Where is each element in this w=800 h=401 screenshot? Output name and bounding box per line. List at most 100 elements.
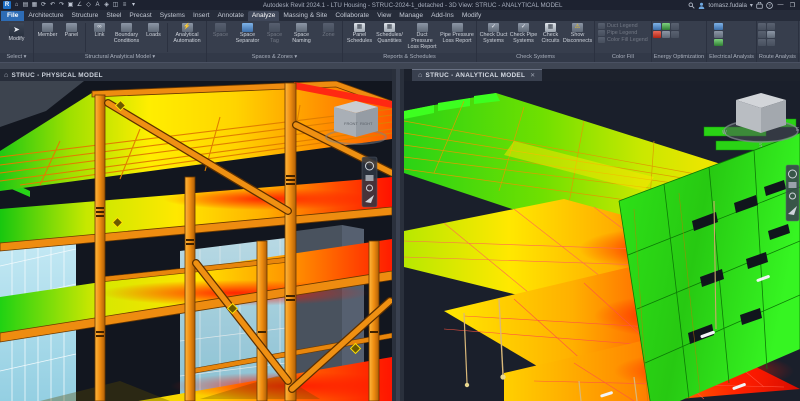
tab-steel[interactable]: Steel: [102, 11, 125, 21]
tag-icon[interactable]: ◇: [85, 1, 92, 9]
panel-label-color-fill[interactable]: Color Fill: [595, 53, 651, 62]
tab-modify[interactable]: Modify: [458, 11, 485, 21]
measure-icon[interactable]: ∠: [76, 1, 83, 9]
tab-collaborate[interactable]: Collaborate: [331, 11, 373, 21]
default-3d-view-icon[interactable]: ◈: [103, 1, 110, 9]
account-username[interactable]: tomasz.fudala: [708, 2, 747, 9]
route-multi-icon[interactable]: [758, 39, 766, 46]
electrical-demand-icon[interactable]: [714, 31, 723, 38]
panel-label-check-systems[interactable]: Check Systems: [477, 53, 594, 62]
duct-pressure-loss-report-button[interactable]: Duct Pressure Loss Report: [405, 22, 439, 50]
energy-model-icon[interactable]: [662, 23, 670, 30]
tab-architecture[interactable]: Architecture: [24, 11, 67, 21]
thin-lines-icon[interactable]: ≡: [121, 1, 128, 9]
panel-button[interactable]: Panel: [60, 22, 83, 39]
restore-button[interactable]: ❐: [788, 2, 797, 9]
panel-label-structural-analytical-model[interactable]: Structural Analytical Model ▾: [34, 53, 206, 62]
electrical-report-icon[interactable]: [714, 39, 723, 46]
text-icon[interactable]: A: [94, 1, 101, 9]
route-settings-icon[interactable]: [767, 31, 775, 38]
analytical-automation-button[interactable]: ⚡ Analytical Automation: [170, 22, 204, 45]
physical-model-canvas[interactable]: FRONT RIGHT: [0, 81, 392, 401]
tab-systems[interactable]: Systems: [156, 11, 189, 21]
analytical-model-canvas[interactable]: W S E: [404, 81, 800, 401]
home-view-icon[interactable]: ⌂: [418, 72, 423, 79]
tab-analyze[interactable]: Analyze: [248, 11, 279, 21]
tab-view[interactable]: View: [373, 11, 395, 21]
route-grid-icon[interactable]: [767, 39, 775, 46]
open-icon[interactable]: ▤: [22, 1, 29, 9]
panel-label-select[interactable]: Select ▾: [0, 53, 33, 62]
pipe-pressure-loss-report-button[interactable]: Pipe Pressure Loss Report: [440, 22, 474, 45]
store-icon[interactable]: [756, 2, 763, 9]
close-view-icon[interactable]: ✕: [530, 72, 535, 79]
viewport-divider[interactable]: [392, 69, 404, 401]
show-disconnects-button[interactable]: ⚠ Show Disconnects: [563, 22, 592, 45]
member-icon: [42, 23, 53, 32]
home-view-icon[interactable]: ⌂: [4, 72, 9, 79]
energy-tool-icon[interactable]: [671, 23, 679, 30]
color-fill-legend-button[interactable]: Color Fill Legend: [598, 37, 648, 43]
undo-icon[interactable]: ↶: [49, 1, 56, 9]
pipe-legend-button[interactable]: Pipe Legend: [598, 30, 648, 36]
section-icon[interactable]: ◫: [112, 1, 119, 9]
member-button[interactable]: Member: [36, 22, 59, 39]
sync-with-central-icon[interactable]: ⟳: [40, 1, 47, 9]
schedules-quantities-button[interactable]: ▦ Schedules/ Quantities: [375, 22, 404, 45]
tab-insert[interactable]: Insert: [189, 11, 214, 21]
link-button[interactable]: ∞ Link: [88, 22, 111, 39]
path-of-travel-icon[interactable]: [758, 23, 766, 30]
physical-model-header[interactable]: ⌂ STRUC - PHYSICAL MODEL: [0, 69, 392, 81]
check-circuits-button[interactable]: ▦ Check Circuits: [539, 22, 562, 45]
space-separator-button[interactable]: Space Separator: [233, 22, 262, 45]
navigation-bar-left[interactable]: [362, 157, 377, 207]
space-button[interactable]: Space: [209, 22, 232, 39]
customize-qat-icon[interactable]: ▾: [130, 1, 137, 9]
redo-icon[interactable]: ↷: [58, 1, 65, 9]
avatar-icon[interactable]: [698, 2, 705, 9]
space-naming-button[interactable]: Space Naming: [287, 22, 316, 45]
boundary-conditions-button[interactable]: Boundary Conditions: [112, 22, 141, 45]
analytical-model-tab[interactable]: ⌂ STRUC - ANALYTICAL MODEL ✕: [412, 69, 542, 82]
print-icon[interactable]: ▣: [67, 1, 74, 9]
minimize-button[interactable]: —: [776, 2, 785, 8]
energy-settings-icon[interactable]: [653, 23, 661, 30]
energy-report-icon[interactable]: [662, 31, 670, 38]
tab-manage[interactable]: Manage: [395, 11, 427, 21]
panel-label-electrical-analysis[interactable]: Electrical Analysis: [707, 53, 756, 62]
tab-add-ins[interactable]: Add-Ins: [427, 11, 458, 21]
search-icon[interactable]: [688, 2, 695, 9]
duct-legend-button[interactable]: Duct Legend: [598, 23, 648, 29]
tab-file[interactable]: File: [1, 11, 24, 21]
panel-label-spaces-zones[interactable]: Spaces & Zones ▾: [207, 53, 342, 62]
panel-label-reports-schedules[interactable]: Reports & Schedules: [343, 53, 476, 62]
check-pipe-systems-button[interactable]: ✓ Check Pipe Systems: [509, 22, 538, 45]
energy-analysis-icon[interactable]: [653, 31, 661, 38]
panel-label-energy-optimization[interactable]: Energy Optimization: [652, 53, 706, 62]
space-tag-button[interactable]: Space Tag: [263, 22, 286, 45]
quick-access-toolbar: R ⌂ ▤ ▦ ⟳ ↶ ↷ ▣ ∠ ◇ A ◈ ◫ ≡ ▾: [3, 1, 137, 9]
pan-icon[interactable]: [789, 182, 797, 188]
check-duct-systems-button[interactable]: ✓ Check Duct Systems: [479, 22, 508, 45]
panel-select: ➤ Modify Select ▾: [0, 21, 34, 62]
tab-structure[interactable]: Structure: [68, 11, 103, 21]
save-icon[interactable]: ▦: [31, 1, 38, 9]
navigation-bar-right[interactable]: [786, 165, 799, 221]
energy-extra-icon[interactable]: [671, 31, 679, 38]
tab-annotate[interactable]: Annotate: [213, 11, 247, 21]
modify-button[interactable]: ➤ Modify: [2, 22, 31, 43]
route-reveal-icon[interactable]: [758, 31, 766, 38]
electrical-load-icon[interactable]: [714, 23, 723, 30]
home-icon[interactable]: ⌂: [13, 1, 20, 9]
route-update-icon[interactable]: [767, 23, 775, 30]
tab-massing-site[interactable]: Massing & Site: [279, 11, 331, 21]
zone-button[interactable]: Zone: [317, 22, 340, 39]
panel-schedules-button[interactable]: ▦ Panel Schedules: [345, 22, 374, 45]
revit-logo-icon[interactable]: R: [3, 1, 11, 9]
account-caret-icon[interactable]: ▾: [750, 2, 753, 9]
pan-icon[interactable]: [366, 175, 374, 181]
loads-button[interactable]: Loads: [142, 22, 165, 39]
help-icon[interactable]: ?: [766, 2, 773, 9]
panel-label-route-analysis[interactable]: Route Analysis: [757, 53, 798, 62]
tab-precast[interactable]: Precast: [125, 11, 155, 21]
